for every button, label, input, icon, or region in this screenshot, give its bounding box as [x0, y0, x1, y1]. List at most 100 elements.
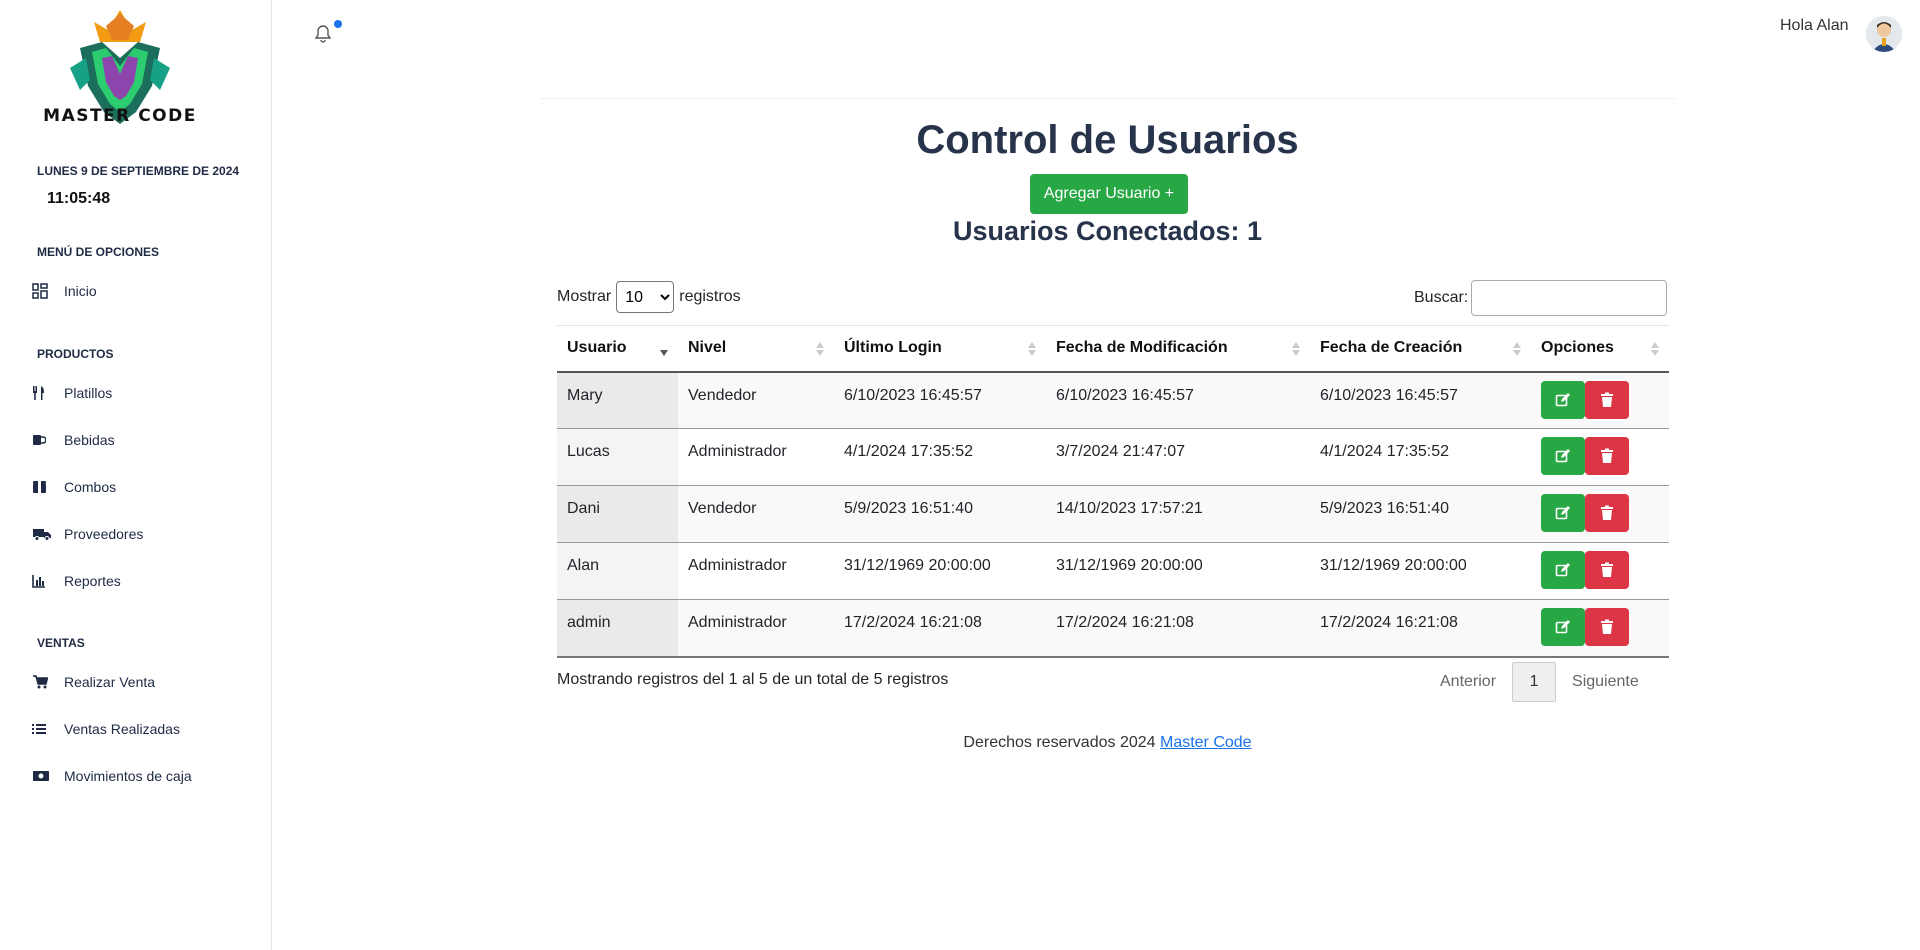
cell-ultimo-login: 31/12/1969 20:00:00: [834, 542, 1046, 600]
add-user-button[interactable]: Agregar Usuario +: [1030, 174, 1188, 214]
connected-users-count: Usuarios Conectados: 1: [952, 216, 1263, 246]
cell-opciones: [1531, 485, 1669, 543]
sidebar-item-platillos[interactable]: Platillos: [32, 381, 112, 405]
trash-icon: [1601, 562, 1613, 577]
cell-usuario: Alan: [557, 542, 678, 600]
delete-button[interactable]: [1585, 551, 1629, 589]
section-productos-title: PRODUCTOS: [37, 347, 114, 361]
box-icon: [32, 478, 54, 496]
column-header-label: Nivel: [688, 339, 727, 357]
table-row: Mary Vendedor 6/10/2023 16:45:57 6/10/20…: [557, 371, 1669, 429]
cell-ultimo-login: 4/1/2024 17:35:52: [834, 428, 1046, 486]
cell-fecha-creacion: 17/2/2024 16:21:08: [1310, 599, 1531, 658]
current-date: LUNES 9 DE SEPTIEMBRE DE 2024: [37, 164, 240, 178]
avatar[interactable]: [1866, 16, 1902, 52]
sidebar-item-ventas-realizadas[interactable]: Ventas Realizadas: [32, 717, 180, 741]
table-row: Dani Vendedor 5/9/2023 16:51:40 14/10/20…: [557, 485, 1669, 543]
cell-opciones: [1531, 371, 1669, 429]
cell-opciones: [1531, 542, 1669, 600]
cell-fecha-modificacion: 3/7/2024 21:47:07: [1046, 428, 1310, 486]
footer-text: Derechos reservados 2024: [963, 734, 1156, 751]
sidebar-item-label: Inicio: [64, 283, 97, 299]
delete-button[interactable]: [1585, 380, 1629, 419]
pagination-next[interactable]: Siguiente: [1556, 673, 1655, 691]
trash-icon: [1601, 619, 1613, 634]
column-header-fecha-modificacion[interactable]: Fecha de Modificación: [1046, 325, 1310, 373]
search-input[interactable]: [1471, 280, 1668, 316]
edit-button[interactable]: [1541, 608, 1585, 646]
search-control: Buscar:: [1414, 280, 1668, 316]
pagination-page-1[interactable]: 1: [1512, 662, 1557, 702]
cell-nivel: Vendedor: [678, 371, 834, 429]
page-length-select[interactable]: 10: [616, 281, 675, 313]
notification-badge: [334, 20, 342, 28]
sidebar-item-movimientos-caja[interactable]: Movimientos de caja: [32, 764, 192, 788]
edit-button[interactable]: [1541, 380, 1585, 419]
delete-button[interactable]: [1585, 437, 1629, 475]
section-ventas-title: VENTAS: [37, 636, 85, 650]
cell-fecha-creacion: 31/12/1969 20:00:00: [1310, 542, 1531, 600]
page-length-control: Mostrar 10 registros: [557, 281, 741, 313]
trash-icon: [1601, 392, 1613, 407]
content-divider: [540, 98, 1675, 99]
cell-fecha-modificacion: 6/10/2023 16:45:57: [1046, 371, 1310, 429]
edit-button[interactable]: [1541, 551, 1585, 589]
edit-button[interactable]: [1541, 494, 1585, 532]
column-header-label: Opciones: [1541, 339, 1614, 357]
truck-icon: [32, 525, 54, 543]
sidebar-item-bebidas[interactable]: Bebidas: [32, 428, 115, 452]
utensils-icon: [32, 384, 54, 402]
table-row: Alan Administrador 31/12/1969 20:00:00 3…: [557, 542, 1669, 600]
column-header-opciones[interactable]: Opciones: [1531, 325, 1669, 373]
cell-usuario: Lucas: [557, 428, 678, 486]
bell-icon[interactable]: [314, 24, 336, 46]
trash-icon: [1601, 505, 1613, 520]
sidebar-item-realizar-venta[interactable]: Realizar Venta: [32, 670, 155, 694]
column-header-ultimo-login[interactable]: Último Login: [834, 325, 1046, 373]
sidebar-item-proveedores[interactable]: Proveedores: [32, 522, 143, 546]
table-info: Mostrando registros del 1 al 5 de un tot…: [557, 671, 949, 688]
cell-opciones: [1531, 428, 1669, 486]
delete-button[interactable]: [1585, 608, 1629, 646]
table-row: Lucas Administrador 4/1/2024 17:35:52 3/…: [557, 428, 1669, 486]
current-time: 11:05:48: [47, 190, 111, 207]
section-menu-title: MENÚ DE OPCIONES: [37, 245, 160, 259]
edit-icon: [1555, 563, 1570, 577]
cell-opciones: [1531, 599, 1669, 658]
footer: Derechos reservados 2024 Master Code: [540, 734, 1675, 752]
cell-fecha-creacion: 4/1/2024 17:35:52: [1310, 428, 1531, 486]
cell-nivel: Vendedor: [678, 485, 834, 543]
sidebar-item-combos[interactable]: Combos: [32, 475, 116, 499]
edit-icon: [1555, 506, 1570, 520]
footer-link[interactable]: Master Code: [1160, 734, 1252, 751]
cell-fecha-modificacion: 17/2/2024 16:21:08: [1046, 599, 1310, 658]
sidebar-item-inicio[interactable]: Inicio: [32, 279, 97, 303]
users-table: Usuario Nivel Último Login Fecha de Modi…: [557, 325, 1669, 658]
mug-icon: [32, 431, 54, 449]
cell-nivel: Administrador: [678, 428, 834, 486]
brand-name: MASTER CODE: [43, 106, 197, 126]
cell-nivel: Administrador: [678, 542, 834, 600]
column-header-usuario[interactable]: Usuario: [557, 325, 678, 373]
column-header-label: Fecha de Modificación: [1056, 339, 1228, 357]
cell-fecha-creacion: 6/10/2023 16:45:57: [1310, 371, 1531, 429]
search-label: Buscar:: [1414, 289, 1469, 306]
edit-icon: [1555, 620, 1570, 634]
sort-icon: [816, 342, 824, 356]
sort-icon: [1028, 342, 1036, 356]
delete-button[interactable]: [1585, 494, 1629, 532]
sidebar-item-reportes[interactable]: Reportes: [32, 569, 121, 593]
column-header-label: Último Login: [844, 339, 942, 357]
pagination-previous[interactable]: Anterior: [1424, 673, 1512, 691]
sidebar: MASTER CODE LUNES 9 DE SEPTIEMBRE DE 202…: [0, 0, 272, 950]
edit-icon: [1555, 449, 1570, 463]
edit-button[interactable]: [1541, 437, 1585, 475]
column-header-nivel[interactable]: Nivel: [678, 325, 834, 373]
cell-usuario: Dani: [557, 485, 678, 543]
cell-ultimo-login: 6/10/2023 16:45:57: [834, 371, 1046, 429]
cell-fecha-creacion: 5/9/2023 16:51:40: [1310, 485, 1531, 543]
cell-usuario: admin: [557, 599, 678, 658]
column-header-fecha-creacion[interactable]: Fecha de Creación: [1310, 325, 1531, 373]
sidebar-item-label: Realizar Venta: [64, 674, 156, 690]
column-header-label: Usuario: [567, 339, 627, 357]
